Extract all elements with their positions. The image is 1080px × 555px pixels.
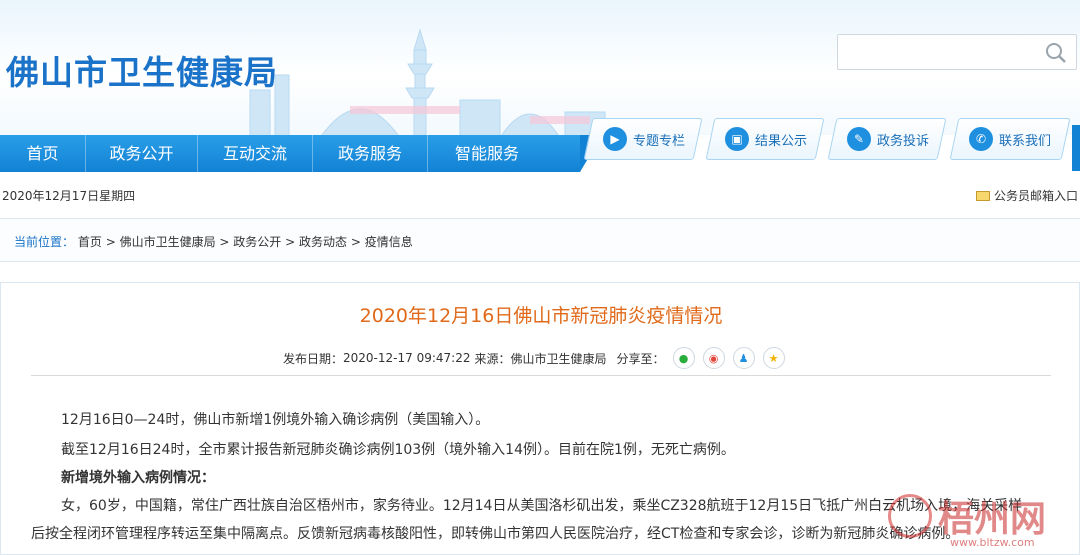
divider: [31, 375, 1051, 376]
wechat-icon[interactable]: ●: [672, 347, 695, 369]
breadcrumb-separator: >: [219, 235, 234, 249]
article-title: 2020年12月16日佛山市新冠肺炎疫情情况: [359, 305, 723, 327]
source: 佛山市卫生健康局: [510, 351, 607, 366]
article-paragraph: 后按全程闭环管理程序转运至集中隔离点。反馈新冠病毒核酸阳性，即转佛山市第四人民医…: [31, 526, 960, 542]
weibo-icon[interactable]: ◉: [702, 347, 725, 369]
qq-icon[interactable]: ♟: [732, 347, 755, 369]
pen-icon: ✎: [847, 127, 871, 151]
article-subheading: 新增境外输入病例情况：: [61, 470, 215, 486]
site-title[interactable]: 佛山市卫生健康局: [6, 46, 278, 94]
quick-link-label: 专题专栏: [633, 133, 686, 149]
phone-icon: ✆: [969, 127, 993, 151]
watermark: 梧州网 www.bltzw.com: [884, 488, 1080, 555]
search-icon[interactable]: [1044, 41, 1068, 65]
nav-item-government-affairs[interactable]: 政务公开: [86, 135, 198, 172]
article-meta: 发布日期： 2020-12-17 09:47:22 来源： 佛山市卫生健康局 分…: [283, 345, 785, 371]
watermark-text: 梧州网: [938, 498, 1047, 540]
main-nav: 首页 政务公开 互动交流 政务服务 智能服务: [0, 135, 602, 172]
breadcrumb-separator: >: [105, 235, 120, 249]
city-skyline-illustration: [249, 28, 606, 135]
nav-edge-decoration: [1072, 125, 1080, 171]
quick-link-topics[interactable]: ▶ 专题专栏: [583, 118, 703, 160]
breadcrumb-item-news[interactable]: 政务动态: [299, 235, 347, 249]
publish-date: 2020-12-17 09:47:22: [343, 351, 471, 365]
envelope-icon: [975, 190, 990, 201]
breadcrumb-item-epidemic[interactable]: 疫情信息: [365, 235, 413, 249]
article-paragraph: 女，60岁，中国籍，常住广西壮族自治区梧州市，家务待业。12月14日从美国洛杉矶…: [61, 498, 1023, 514]
quick-link-label: 结果公示: [755, 133, 808, 149]
nav-item-interaction[interactable]: 互动交流: [198, 135, 313, 172]
quick-link-complaints[interactable]: ✎ 政务投诉: [827, 118, 947, 160]
breadcrumb-separator: >: [350, 235, 365, 249]
breadcrumb-item-disclosure[interactable]: 政务公开: [233, 235, 281, 249]
breadcrumb-label: 当前位置：: [14, 235, 75, 249]
quick-link-label: 政务投诉: [877, 133, 930, 149]
seal-icon: [888, 494, 932, 538]
article-paragraph: 截至12月16日24时，全市累计报告新冠肺炎确诊病例103例（境外输入14例）。…: [61, 442, 735, 458]
publish-date-label: 发布日期：: [283, 351, 344, 366]
source-label: 来源：: [474, 351, 511, 366]
nav-item-services[interactable]: 政务服务: [313, 135, 428, 172]
monitor-icon: ▣: [725, 127, 749, 151]
breadcrumb-item-bureau[interactable]: 佛山市卫生健康局: [120, 235, 216, 249]
quick-link-results[interactable]: ▣ 结果公示: [705, 118, 825, 160]
breadcrumb: 当前位置： 首页 > 佛山市卫生健康局 > 政务公开 > 政务动态 > 疫情信息: [0, 218, 1080, 262]
current-date: 2020年12月17日星期四: [2, 189, 136, 203]
nav-item-smart-services[interactable]: 智能服务: [428, 135, 546, 172]
quick-link-contact[interactable]: ✆ 联系我们: [949, 118, 1071, 160]
watermark-url: www.bltzw.com: [950, 536, 1035, 549]
article-paragraph: 12月16日0—24时，佛山市新增1例境外输入确诊病例（美国输入）。: [61, 412, 490, 428]
share-label: 分享至：: [616, 351, 665, 366]
qzone-icon[interactable]: ★: [762, 347, 785, 369]
quick-link-label: 联系我们: [999, 133, 1052, 149]
search-input[interactable]: [837, 34, 1077, 70]
breadcrumb-item-home[interactable]: 首页: [78, 235, 102, 249]
site-header: 佛山市卫生健康局: [0, 0, 1080, 135]
nav-item-home[interactable]: 首页: [0, 135, 86, 172]
breadcrumb-separator: >: [285, 235, 299, 249]
play-circle-icon: ▶: [603, 127, 627, 151]
staff-mailbox-link[interactable]: 公务员邮箱入口: [975, 187, 1078, 204]
date-bar: 2020年12月17日星期四 公务员邮箱入口: [0, 172, 1080, 218]
staff-mailbox-label: 公务员邮箱入口: [993, 189, 1078, 203]
